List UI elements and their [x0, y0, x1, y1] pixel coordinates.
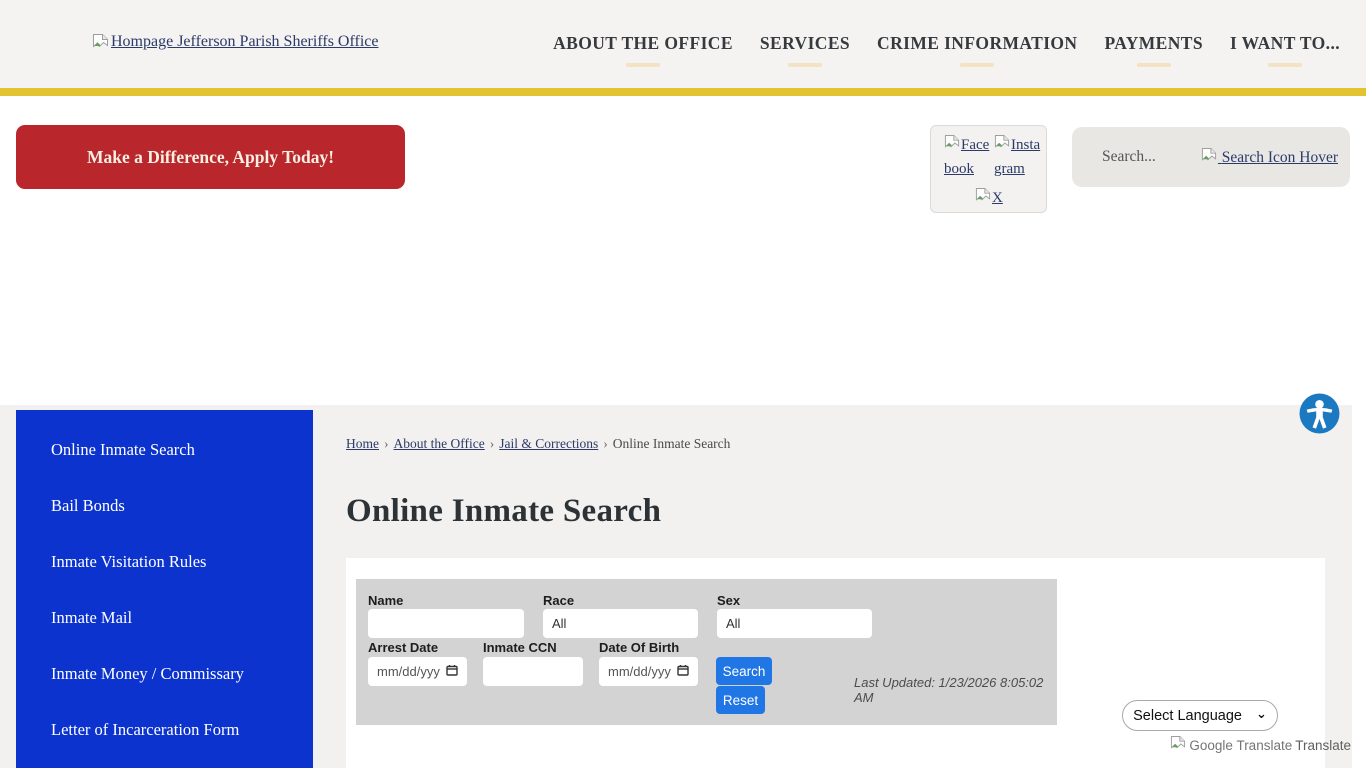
- search-button[interactable]: Search: [716, 657, 772, 685]
- dob-input[interactable]: mm/dd/yyy: [599, 657, 698, 686]
- google-translate-alt-text: Google Translate: [1189, 738, 1292, 753]
- breadcrumb-separator: ›: [384, 436, 389, 451]
- search-icon-link[interactable]: Search Icon Hover: [1201, 147, 1338, 167]
- inmate-ccn-label: Inmate CCN: [483, 640, 557, 655]
- facebook-link[interactable]: Facebook: [944, 133, 992, 181]
- calendar-icon[interactable]: [446, 664, 458, 679]
- arrest-date-input[interactable]: mm/dd/yyy: [368, 657, 467, 686]
- sidebar-item-inmate-visitation-rules[interactable]: Inmate Visitation Rules: [16, 534, 313, 590]
- primary-nav: ABOUT THE OFFICE SERVICES CRIME INFORMAT…: [553, 33, 1340, 67]
- sex-label: Sex: [717, 593, 740, 608]
- x-alt-text: X: [992, 190, 1003, 206]
- nav-item-crime-information[interactable]: CRIME INFORMATION: [877, 33, 1077, 67]
- inmate-ccn-input[interactable]: [483, 657, 583, 686]
- gold-divider-bar: [0, 88, 1366, 96]
- race-select[interactable]: All: [543, 609, 698, 638]
- logo-alt-text: Hompage Jefferson Parish Sheriffs Office: [111, 33, 379, 51]
- sidebar-item-inmate-money-commissary[interactable]: Inmate Money / Commissary: [16, 646, 313, 702]
- sidebar-item-letter-of-incarceration-form[interactable]: Letter of Incarceration Form: [16, 702, 313, 758]
- sidebar-item-inmate-mail[interactable]: Inmate Mail: [16, 590, 313, 646]
- nav-label: SERVICES: [760, 33, 850, 54]
- apply-today-button[interactable]: Make a Difference, Apply Today!: [16, 125, 405, 189]
- nav-item-services[interactable]: SERVICES: [760, 33, 850, 67]
- top-nav-bar: Hompage Jefferson Parish Sheriffs Office…: [0, 0, 1366, 88]
- name-label: Name: [368, 593, 403, 608]
- chevron-down-icon: ⌄: [1256, 706, 1267, 722]
- breadcrumb-home[interactable]: Home: [346, 436, 379, 451]
- nav-underline-mark: [626, 63, 660, 67]
- sidebar-nav: Online Inmate Search Bail Bonds Inmate V…: [16, 410, 313, 768]
- page-title: Online Inmate Search: [346, 493, 661, 530]
- nav-label: I WANT TO...: [1230, 33, 1340, 54]
- nav-underline-mark: [788, 63, 822, 67]
- accessibility-icon: [1299, 422, 1340, 437]
- nav-label: PAYMENTS: [1104, 33, 1203, 54]
- race-selected-value: All: [552, 616, 566, 631]
- nav-item-payments[interactable]: PAYMENTS: [1104, 33, 1203, 67]
- broken-image-icon: [944, 137, 961, 153]
- broken-image-icon: [975, 190, 992, 206]
- breadcrumb-separator: ›: [603, 436, 608, 451]
- broken-image-icon: [92, 33, 109, 57]
- accessibility-widget-button[interactable]: [1299, 393, 1340, 434]
- apply-today-label: Make a Difference, Apply Today!: [87, 147, 334, 168]
- name-input[interactable]: [368, 609, 524, 638]
- sex-selected-value: All: [726, 616, 740, 631]
- site-search-bar: Search Icon Hover: [1072, 127, 1350, 187]
- arrest-date-value: mm/dd/yyy: [377, 664, 440, 679]
- broken-image-icon: [994, 137, 1011, 153]
- nav-label: CRIME INFORMATION: [877, 33, 1077, 54]
- breadcrumb-jail-corrections[interactable]: Jail & Corrections: [499, 436, 598, 451]
- broken-image-icon: [1201, 149, 1218, 166]
- x-link[interactable]: X: [975, 186, 1023, 210]
- nav-item-i-want-to[interactable]: I WANT TO...: [1230, 33, 1340, 67]
- nav-underline-mark: [1137, 63, 1171, 67]
- content-section: Online Inmate Search Bail Bonds Inmate V…: [0, 405, 1352, 768]
- broken-image-icon: [1170, 735, 1186, 756]
- dob-label: Date Of Birth: [599, 640, 679, 655]
- translate-label: Translate: [1295, 738, 1351, 753]
- instagram-link[interactable]: Instagram: [994, 133, 1042, 181]
- social-links-box: Facebook Instagram X: [930, 125, 1047, 213]
- nav-item-about-the-office[interactable]: ABOUT THE OFFICE: [553, 33, 733, 67]
- inmate-search-form: Name Race Sex All All Arrest Date Inmate…: [356, 579, 1057, 725]
- sidebar-item-bail-bonds[interactable]: Bail Bonds: [16, 478, 313, 534]
- nav-label: ABOUT THE OFFICE: [553, 33, 733, 54]
- reset-button[interactable]: Reset: [716, 686, 765, 714]
- calendar-icon[interactable]: [677, 664, 689, 679]
- google-translate-attribution[interactable]: Google Translate Translate: [1170, 735, 1351, 756]
- breadcrumb: Home › About the Office › Jail & Corrections…: [346, 436, 730, 452]
- language-select[interactable]: Select Language ⌄: [1122, 700, 1278, 731]
- nav-underline-mark: [1268, 63, 1302, 67]
- search-icon-alt-text: Search Icon Hover: [1222, 149, 1338, 166]
- breadcrumb-separator: ›: [490, 436, 495, 451]
- arrest-date-label: Arrest Date: [368, 640, 438, 655]
- dob-value: mm/dd/yyy: [608, 664, 671, 679]
- nav-underline-mark: [960, 63, 994, 67]
- language-select-value: Select Language: [1133, 708, 1242, 724]
- sidebar-item-online-inmate-search[interactable]: Online Inmate Search: [16, 422, 313, 478]
- search-input[interactable]: [1102, 145, 1194, 169]
- sex-select[interactable]: All: [717, 609, 872, 638]
- race-label: Race: [543, 593, 574, 608]
- breadcrumb-current: Online Inmate Search: [613, 436, 731, 451]
- logo-link[interactable]: Hompage Jefferson Parish Sheriffs Office: [92, 33, 379, 57]
- breadcrumb-about-the-office[interactable]: About the Office: [394, 436, 485, 451]
- last-updated-text: Last Updated: 1/23/2026 8:05:02 AM: [854, 675, 1054, 705]
